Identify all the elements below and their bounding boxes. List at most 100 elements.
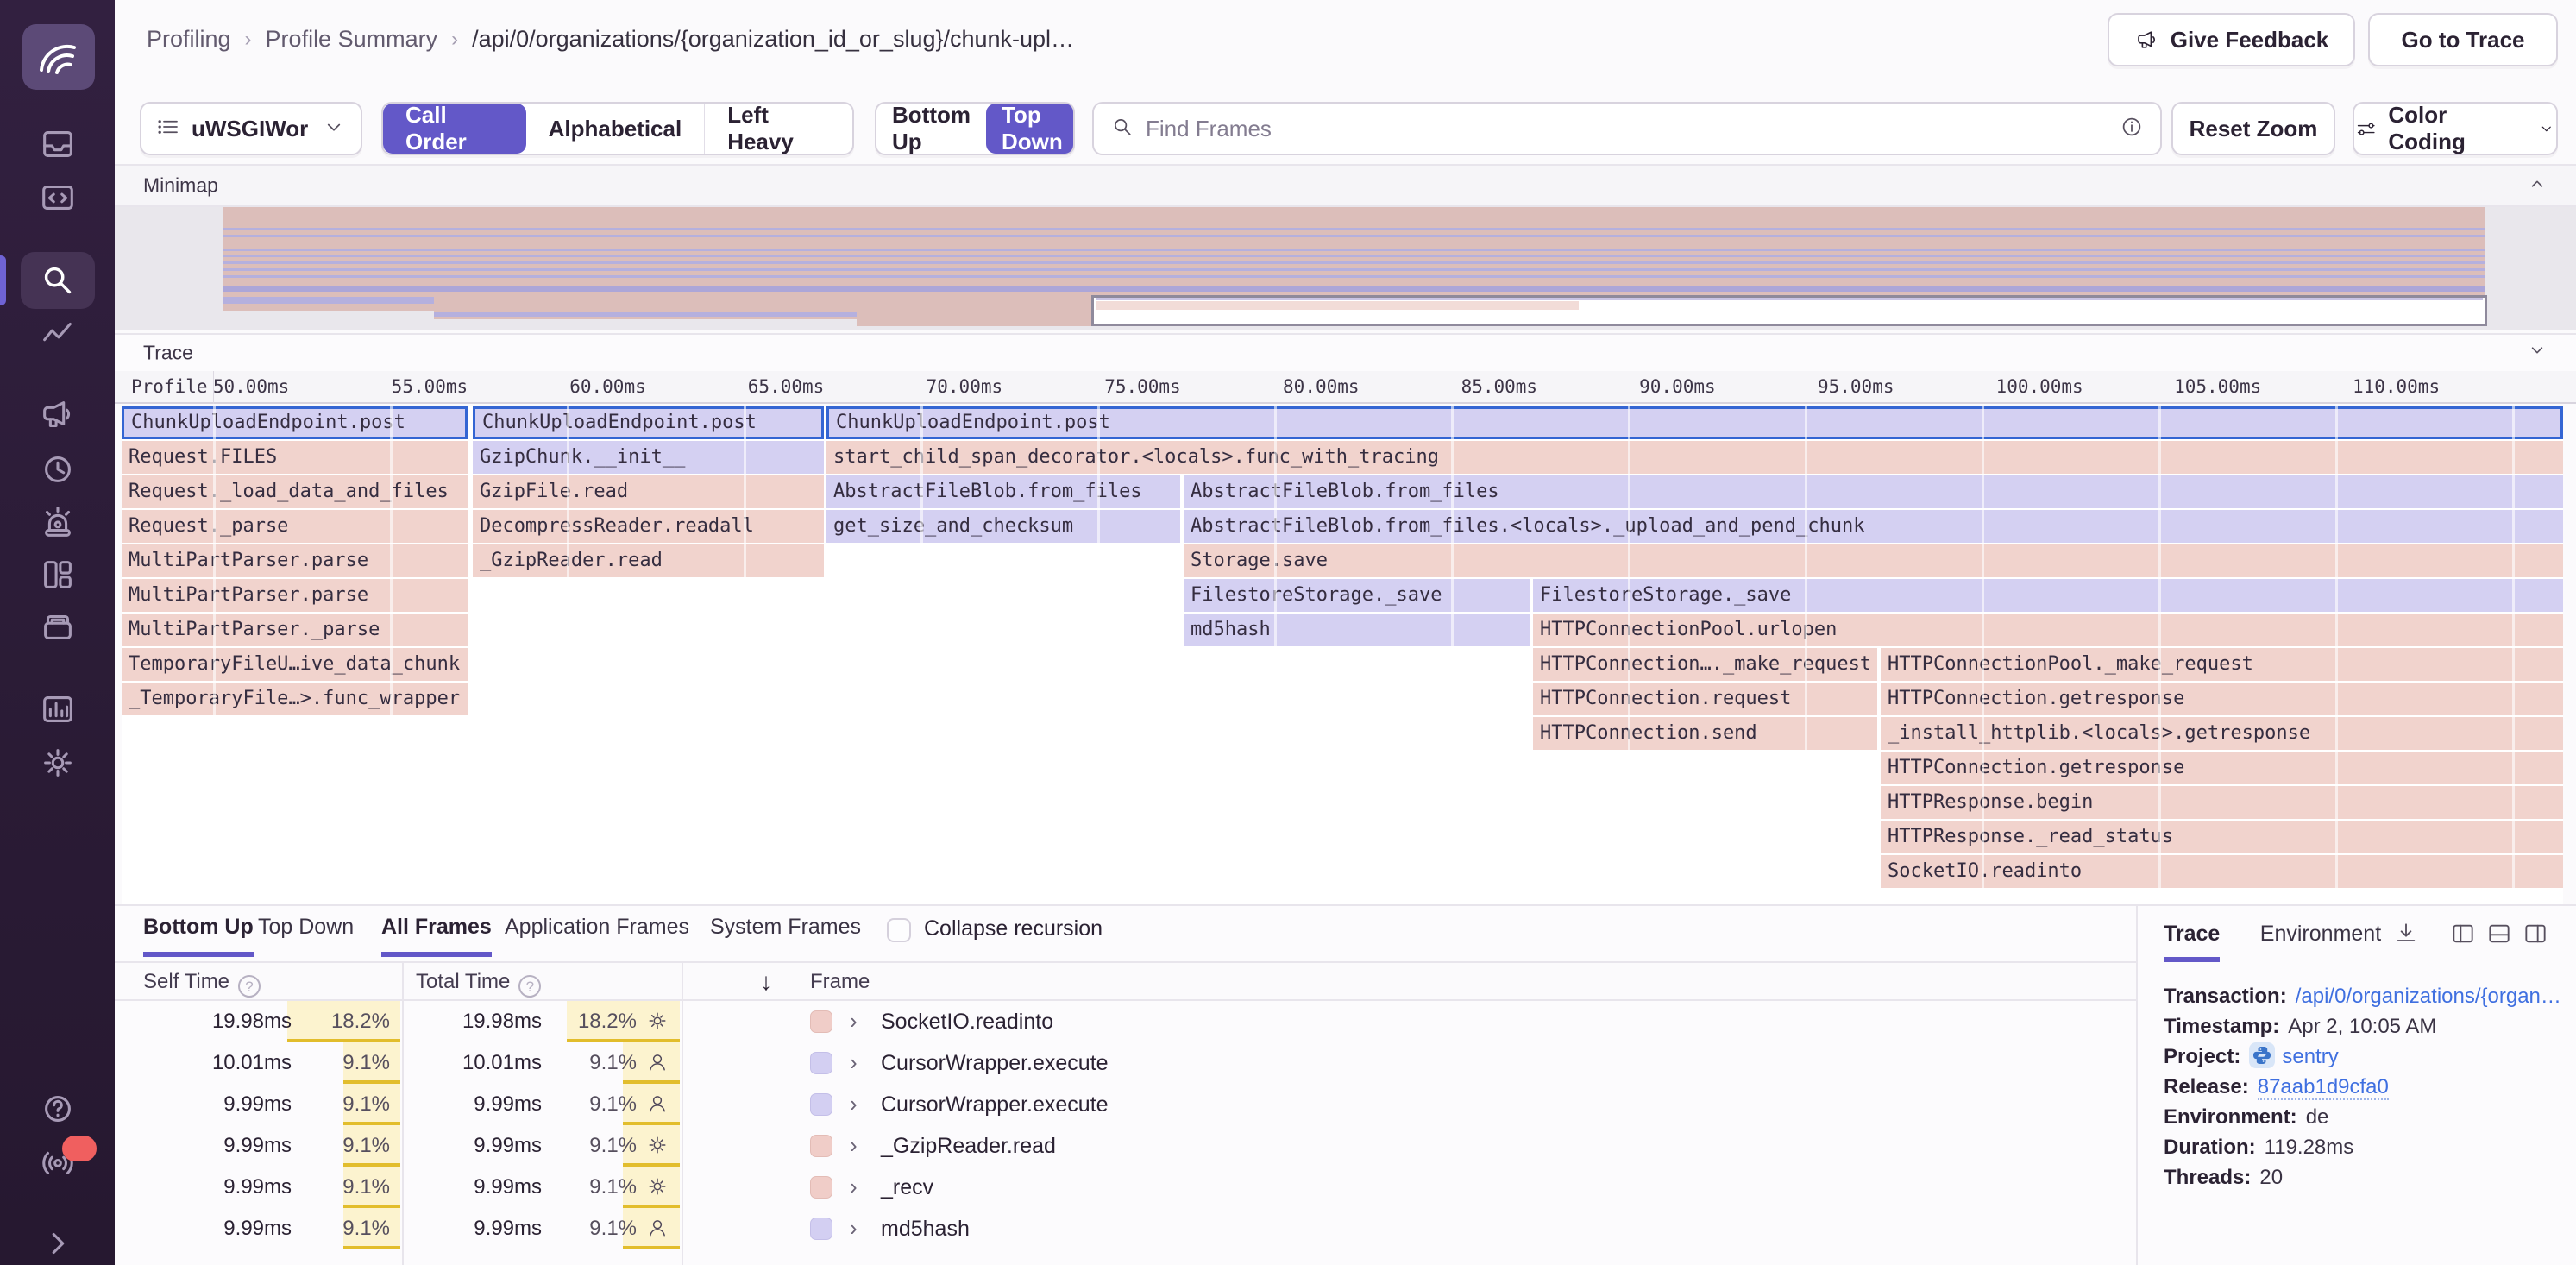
expand-chevron-icon[interactable]: ›: [850, 1167, 858, 1208]
tab-all-frames[interactable]: All Frames: [381, 915, 492, 957]
flame-frame[interactable]: md5hash: [1184, 614, 1530, 646]
give-feedback-label: Give Feedback: [2171, 27, 2329, 53]
detail-field: Environment:de: [2164, 1102, 2576, 1132]
flame-frame[interactable]: ChunkUploadEndpoint.post: [122, 406, 468, 439]
flame-frame[interactable]: GzipFile.read: [473, 475, 824, 508]
self-time-header[interactable]: Self Time?: [143, 970, 261, 998]
table-row[interactable]: 9.99ms9.1%9.99ms9.1%›_recv: [115, 1167, 2136, 1208]
tab-environment[interactable]: Environment: [2260, 922, 2381, 957]
flame-frame[interactable]: MultiPartParser.parse: [122, 579, 468, 612]
detail-value[interactable]: 87aab1d9cfa0: [2258, 1075, 2389, 1100]
flame-frame[interactable]: AbstractFileBlob.from_files: [1184, 475, 2563, 508]
sidebar-item-dashboards[interactable]: [38, 555, 78, 595]
minimap-viewport[interactable]: [1091, 295, 2487, 326]
chevron-down-icon[interactable]: [2526, 340, 2548, 367]
tab-bottom-up[interactable]: Bottom Up: [143, 915, 254, 957]
frame-name[interactable]: md5hash: [881, 1208, 970, 1249]
flame-frame[interactable]: HTTPConnectionPool.urlopen: [1533, 614, 2563, 646]
sidebar-item-trends[interactable]: [38, 314, 78, 354]
table-row[interactable]: 19.98ms18.2%19.98ms18.2%›SocketIO.readin…: [115, 1001, 2136, 1042]
axis-tick: 75.00ms: [1104, 376, 1181, 397]
expand-chevron-icon[interactable]: ›: [850, 1208, 858, 1249]
tab-application-frames[interactable]: Application Frames: [505, 915, 689, 952]
flame-frame[interactable]: GzipChunk.__init__: [473, 441, 824, 474]
flame-frame[interactable]: TemporaryFileU…ive_data_chunk: [122, 648, 468, 681]
find-frames-search[interactable]: Find Frames: [1092, 102, 2162, 155]
breadcrumb-item[interactable]: Profile Summary: [266, 26, 438, 53]
collapse-recursion-checkbox[interactable]: [887, 918, 911, 942]
direction-top-down[interactable]: Top Down: [986, 104, 1075, 154]
table-row[interactable]: 9.99ms9.1%9.99ms9.1%›CursorWrapper.execu…: [115, 1084, 2136, 1125]
give-feedback-button[interactable]: Give Feedback: [2108, 13, 2355, 66]
sidebar-item-feedback[interactable]: [38, 394, 78, 434]
color-coding-dropdown[interactable]: Color Coding: [2353, 102, 2558, 155]
flame-frame[interactable]: Storage.save: [1184, 544, 2563, 577]
direction-bottom-up[interactable]: Bottom Up: [876, 104, 986, 154]
frame-name[interactable]: CursorWrapper.execute: [881, 1042, 1109, 1084]
flame-frame[interactable]: start_child_span_decorator.<locals>.func…: [826, 441, 2563, 474]
tab-trace[interactable]: Trace: [2164, 922, 2220, 962]
flame-frame[interactable]: AbstractFileBlob.from_files.<locals>._up…: [1184, 510, 2563, 543]
frame-header[interactable]: Frame: [810, 970, 870, 994]
minimap[interactable]: [115, 207, 2576, 330]
flame-frame[interactable]: HTTPConnection.request: [1533, 683, 1877, 715]
flame-frame[interactable]: MultiPartParser.parse: [122, 544, 468, 577]
thread-selector-dropdown[interactable]: uWSGIWor…: [140, 102, 362, 155]
sort-left-heavy[interactable]: Left Heavy: [704, 104, 852, 154]
tab-system-frames[interactable]: System Frames: [710, 915, 861, 952]
table-row[interactable]: 10.01ms9.1%10.01ms9.1%›CursorWrapper.exe…: [115, 1042, 2136, 1084]
expand-chevron-icon[interactable]: ›: [850, 1084, 858, 1125]
flame-frame[interactable]: Request._load_data_and_files: [122, 475, 468, 508]
sentry-logo[interactable]: [22, 24, 95, 90]
sort-call-order[interactable]: Call Order: [383, 104, 526, 154]
info-icon[interactable]: [2119, 114, 2145, 144]
minimap-label: Minimap: [143, 174, 218, 198]
flame-frame[interactable]: AbstractFileBlob.from_files: [826, 475, 1180, 508]
sidebar-item-settings[interactable]: [38, 743, 78, 783]
flamegraph[interactable]: ChunkUploadEndpoint.postChunkUploadEndpo…: [122, 406, 2563, 904]
detail-value[interactable]: /api/0/organizations/{organ…: [2296, 985, 2561, 1008]
flame-frame[interactable]: FilestoreStorage._save: [1184, 579, 1530, 612]
sidebar-item-projects[interactable]: [38, 177, 78, 217]
table-row[interactable]: 9.99ms9.1%9.99ms9.1%›_GzipReader.read: [115, 1125, 2136, 1167]
frame-name[interactable]: _GzipReader.read: [881, 1125, 1056, 1167]
flame-frame[interactable]: DecompressReader.readall: [473, 510, 824, 543]
flame-frame[interactable]: Request._parse: [122, 510, 468, 543]
chevron-up-icon[interactable]: [2526, 173, 2548, 199]
flame-frame[interactable]: FilestoreStorage._save: [1533, 579, 2563, 612]
tab-top-down[interactable]: Top Down: [258, 915, 354, 952]
sidebar-item-alerts[interactable]: [38, 501, 78, 541]
flame-frame[interactable]: _TemporaryFile…>.func_wrapper: [122, 683, 468, 715]
frame-name[interactable]: SocketIO.readinto: [881, 1001, 1053, 1042]
flame-frame[interactable]: MultiPartParser._parse: [122, 614, 468, 646]
flame-frame[interactable]: ChunkUploadEndpoint.post: [826, 406, 2563, 439]
flame-frame[interactable]: ChunkUploadEndpoint.post: [473, 406, 824, 439]
breadcrumb-item[interactable]: /api/0/organizations/{organization_id_or…: [472, 26, 1074, 53]
reset-zoom-button[interactable]: Reset Zoom: [2171, 102, 2335, 155]
sort-alphabetical[interactable]: Alphabetical: [526, 104, 705, 154]
breadcrumb-item[interactable]: Profiling: [147, 26, 231, 53]
sidebar-collapse-button[interactable]: [38, 1224, 78, 1263]
flame-frame[interactable]: HTTPConnection…._make_request: [1533, 648, 1877, 681]
detail-value: de: [2306, 1105, 2329, 1129]
sidebar-item-releases[interactable]: [38, 607, 78, 646]
flame-frame[interactable]: get_size_and_checksum: [826, 510, 1180, 543]
sidebar-item-explore[interactable]: [21, 252, 95, 309]
frame-name[interactable]: _recv: [881, 1167, 933, 1208]
detail-value[interactable]: sentry: [2282, 1045, 2338, 1068]
sort-direction-arrow[interactable]: ↓: [760, 968, 772, 996]
flame-frame[interactable]: HTTPConnection.send: [1533, 717, 1877, 750]
sidebar-item-replays[interactable]: [38, 449, 78, 488]
total-time-header[interactable]: Total Time?: [416, 970, 541, 998]
expand-chevron-icon[interactable]: ›: [850, 1001, 858, 1042]
go-to-trace-button[interactable]: Go to Trace: [2368, 13, 2558, 66]
frame-name[interactable]: CursorWrapper.execute: [881, 1084, 1109, 1125]
flame-frame[interactable]: _GzipReader.read: [473, 544, 824, 577]
expand-chevron-icon[interactable]: ›: [850, 1125, 858, 1167]
sidebar-item-stats[interactable]: [38, 689, 78, 729]
sidebar-item-help[interactable]: [38, 1089, 78, 1129]
table-row[interactable]: 9.99ms9.1%9.99ms9.1%›md5hash: [115, 1208, 2136, 1249]
expand-chevron-icon[interactable]: ›: [850, 1042, 858, 1084]
flame-frame[interactable]: Request.FILES: [122, 441, 468, 474]
sidebar-item-issues[interactable]: [38, 124, 78, 164]
